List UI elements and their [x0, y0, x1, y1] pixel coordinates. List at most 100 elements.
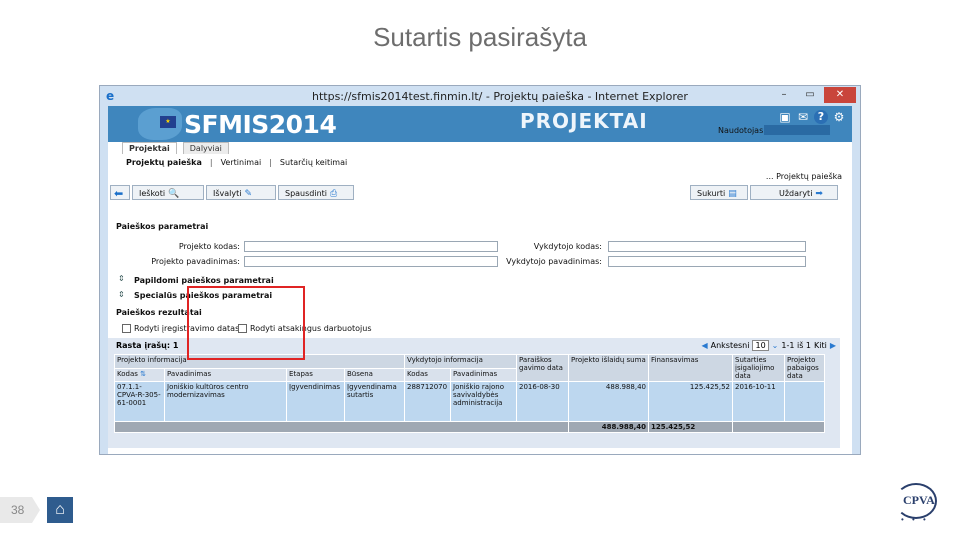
prev-page-icon[interactable]: ◀ [701, 341, 707, 350]
module-tabs: Projektai Dalyviai [108, 142, 852, 154]
total-financing: 125.425,52 [648, 421, 733, 433]
sort-icon: ⇅ [140, 369, 147, 378]
app-brand: SFMIS2014 [184, 110, 337, 139]
col-header-stage[interactable]: Etapas [286, 367, 345, 382]
col-header-name[interactable]: Pavadinimas [164, 367, 287, 382]
expand-icon[interactable]: ⇕ [118, 290, 125, 299]
pager: ◀ Ankstesni 10 ⌄ 1-1 iš 1 Kiti ▶ [701, 340, 836, 351]
next-page-icon[interactable]: ▶ [830, 341, 836, 350]
table-row[interactable]: 07.1.1-CPVA-R-305-61-0001 Joniškio kultū… [114, 381, 825, 422]
browser-titlebar: e https://sfmis2014test.finmin.lt/ - Pro… [100, 86, 860, 106]
exit-arrow-icon: ➡ [815, 189, 823, 199]
col-header-effective-date[interactable]: Sutarties įsigaliojimo data [732, 354, 785, 382]
prev-page-link[interactable]: Ankstesni [711, 341, 750, 350]
project-code-input[interactable] [244, 241, 498, 252]
col-header-exec-name[interactable]: Pavadinimas [450, 367, 517, 382]
cell-name: Joniškio kultūros centro modernizavimas [164, 381, 287, 422]
module-title: PROJEKTAI [520, 109, 648, 133]
close-window-button[interactable]: ✕ [824, 87, 856, 103]
project-name-input[interactable] [244, 256, 498, 267]
col-header-end-date[interactable]: Projekto pabaigos data [784, 354, 825, 382]
executor-name-label: Vykdytojo pavadinimas: [506, 257, 602, 266]
tab-projektai[interactable]: Projektai [122, 142, 177, 154]
eraser-icon: ✎ [244, 189, 253, 199]
close-page-button[interactable]: Uždaryti ➡ [750, 185, 838, 200]
col-header-costs[interactable]: Projekto išlaidų suma [568, 354, 649, 382]
window-controls: – ▭ ✕ [772, 87, 856, 103]
page-number: 38 [0, 497, 40, 523]
tab-dalyviai[interactable]: Dalyviai [182, 142, 229, 154]
clear-button-label: Išvalyti [213, 189, 242, 198]
menu-item-projektu-paieska[interactable]: Projektų paieška [118, 158, 210, 167]
home-button[interactable]: ⌂ [47, 497, 73, 523]
col-header-financing[interactable]: Finansavimas [648, 354, 733, 382]
col-header-status[interactable]: Būsena [344, 367, 405, 382]
menu-item-vertinimai[interactable]: Vertinimai [213, 158, 270, 167]
col-header-code-label: Kodas [117, 369, 138, 378]
banner-icons: ▣ ✉ ? ⚙ [778, 110, 846, 124]
cell-exec-code: 288712070 [404, 381, 451, 422]
print-button-label: Spausdinti [285, 189, 328, 198]
create-button-label: Sukurti [697, 189, 726, 198]
internet-explorer-icon: e [106, 89, 115, 103]
app-banner: ★ SFMIS2014 PROJEKTAI Naudotojas: ▣ ✉ ? … [108, 106, 852, 142]
cell-exec-name: Joniškio rajono savivaldybės administrac… [450, 381, 517, 422]
printer-icon: ⎙ [330, 189, 338, 199]
executor-code-input[interactable] [608, 241, 806, 252]
mail-icon[interactable]: ✉ [796, 110, 810, 124]
totals-row: 488.988,40 125.425,52 [114, 421, 825, 433]
browser-title: https://sfmis2014test.finmin.lt/ - Proje… [312, 90, 688, 103]
create-button[interactable]: Sukurti ▤ [690, 185, 748, 200]
col-header-code[interactable]: Kodas ⇅ [114, 367, 165, 382]
eu-flag-icon: ★ [160, 116, 176, 128]
page-size-select[interactable]: 10 [752, 340, 769, 351]
records-found: Rasta įrašų: 1 [116, 341, 179, 350]
results-table: Projekto informacija Vykdytojo informaci… [114, 354, 825, 433]
executor-code-label: Vykdytojo kodas: [533, 242, 602, 251]
chevron-down-icon: ⌄ [771, 341, 779, 350]
gear-icon[interactable]: ⚙ [832, 110, 846, 124]
cpva-logo: CPVA • • • [893, 481, 943, 524]
back-arrow-icon: ⬅ [114, 187, 124, 200]
search-icon: 🔍 [168, 189, 180, 199]
breadcrumb[interactable]: ... Projektų paieška [766, 172, 842, 181]
maximize-button[interactable]: ▭ [798, 87, 822, 103]
browser-window: e https://sfmis2014test.finmin.lt/ - Pro… [99, 85, 861, 455]
home-icon: ⌂ [55, 501, 65, 518]
user-name-box [764, 125, 830, 135]
expand-icon[interactable]: ⇕ [118, 274, 125, 283]
new-document-icon: ▤ [728, 189, 737, 199]
additional-params-toggle[interactable]: Papildomi paieškos parametrai [134, 276, 274, 285]
col-header-exec-code[interactable]: Kodas [404, 367, 451, 382]
cell-code[interactable]: 07.1.1-CPVA-R-305-61-0001 [114, 381, 165, 422]
highlight-box [187, 286, 305, 360]
minimize-button[interactable]: – [772, 87, 796, 103]
back-button[interactable]: ⬅ [110, 185, 130, 200]
menu-item-sutarciu-keitimai[interactable]: Sutarčių keitimai [272, 158, 355, 167]
cell-financing: 125.425,52 [648, 381, 733, 422]
cell-effective-date: 2016-10-11 [732, 381, 785, 422]
search-params-heading: Paieškos parametrai [116, 222, 209, 231]
app-content: ★ SFMIS2014 PROJEKTAI Naudotojas: ▣ ✉ ? … [108, 106, 852, 454]
help-icon[interactable]: ? [814, 110, 828, 124]
menu-bar: Projektų paieška | Vertinimai | Sutarčių… [108, 154, 852, 170]
search-button[interactable]: Ieškoti 🔍 [132, 185, 204, 200]
totals-spacer [732, 421, 825, 433]
logo-text: CPVA [903, 493, 935, 507]
user-label: Naudotojas: [718, 126, 766, 135]
group-header-executor: Vykdytojo informacija [404, 354, 517, 369]
show-registration-checkbox[interactable] [122, 324, 131, 333]
print-button[interactable]: Spausdinti ⎙ [278, 185, 354, 200]
page-range: 1-1 iš 1 [781, 341, 812, 350]
executor-name-input[interactable] [608, 256, 806, 267]
next-page-link[interactable]: Kiti [814, 341, 827, 350]
logo-dots: • • • [901, 515, 929, 524]
project-name-label: Projekto pavadinimas: [151, 257, 240, 266]
cell-stage: Įgyvendinimas [286, 381, 345, 422]
col-header-submit-date[interactable]: Paraiškos gavimo data [516, 354, 569, 382]
windows-icon[interactable]: ▣ [778, 110, 792, 124]
totals-spacer [114, 421, 569, 433]
cell-costs: 488.988,40 [568, 381, 649, 422]
clear-button[interactable]: Išvalyti ✎ [206, 185, 276, 200]
search-button-label: Ieškoti [139, 189, 166, 198]
